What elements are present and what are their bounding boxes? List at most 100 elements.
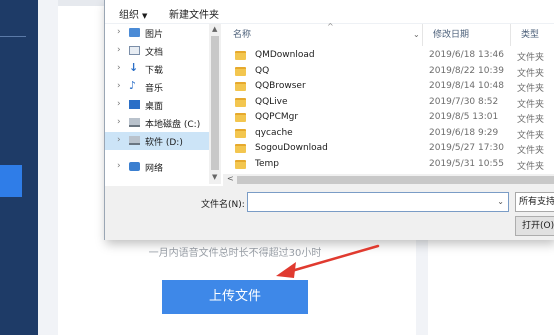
nav-item[interactable]: › 网络	[105, 158, 209, 176]
file-name: QQPCMgr	[255, 112, 299, 122]
file-list: 名称 ^ ⌄ 修改日期 类型 QMDownload 2019/6/18 13:46…	[223, 22, 554, 174]
file-date: 2019/8/5 13:01	[429, 112, 499, 122]
folder-icon	[235, 66, 246, 76]
file-date: 2019/6/18 13:46	[429, 50, 504, 60]
file-name: QQ	[255, 65, 270, 76]
nav-item[interactable]: › 软件 (D:)	[105, 132, 209, 150]
file-type: 文件夹	[517, 146, 545, 156]
folder-icon	[235, 128, 246, 138]
nav-item-label: 桌面	[145, 102, 164, 112]
upload-limit-hint: 一月内语音文件总时长不得超过30小时	[148, 248, 322, 259]
download-icon: ↓	[129, 61, 139, 74]
file-type: 文件夹	[517, 53, 545, 63]
expand-caret-icon[interactable]: ›	[117, 117, 121, 127]
file-name: Temp	[255, 158, 279, 169]
file-date: 2019/8/22 10:39	[429, 65, 504, 76]
file-list-hscrollbar[interactable]: <	[223, 174, 554, 186]
folder-icon	[235, 113, 246, 122]
organize-menu[interactable]: 组织 ▼	[119, 6, 147, 21]
file-row[interactable]: SogouDownload 2019/5/27 17:30 文件夹	[223, 141, 554, 156]
expand-caret-icon[interactable]: ›	[117, 135, 121, 145]
nav-item-label: 网络	[145, 164, 164, 174]
file-row[interactable]: qycache 2019/6/18 9:29 文件夹	[223, 126, 554, 141]
new-folder-button[interactable]: 新建文件夹	[169, 6, 219, 21]
file-date: 2019/5/31 10:55	[429, 158, 504, 169]
disk-icon	[129, 136, 140, 145]
nav-item-label: 软件 (D:)	[145, 138, 183, 148]
expand-caret-icon[interactable]: ›	[117, 161, 121, 171]
file-row[interactable]: QQLive 2019/7/30 8:52 文件夹	[223, 95, 554, 110]
chevron-down-icon[interactable]: ⌄	[497, 197, 504, 206]
file-type: 文件夹	[517, 161, 545, 172]
nav-item-label: 下载	[145, 66, 164, 76]
network-icon	[129, 162, 140, 171]
file-row[interactable]: QMDownload 2019/6/18 13:46 文件夹	[223, 48, 554, 63]
chevron-down-icon: ▼	[142, 12, 148, 20]
nav-item[interactable]: › 文档	[105, 42, 209, 60]
nav-scrollbar[interactable]: ▲ ▼	[209, 24, 221, 184]
folder-icon	[235, 159, 246, 169]
nav-item[interactable]: › 本地磁盘 (C:)	[105, 114, 209, 132]
dialog-footer: 文件名(N): ⌄ 所有支持 打开(O)	[105, 186, 554, 240]
expand-caret-icon[interactable]: ›	[117, 99, 121, 109]
file-date: 2019/6/18 9:29	[429, 127, 499, 138]
filename-input[interactable]: ⌄	[247, 192, 509, 212]
file-name: QQBrowser	[255, 81, 306, 91]
folder-icon	[235, 97, 246, 107]
scroll-up-icon[interactable]: ▲	[212, 25, 217, 33]
file-row[interactable]: QQ 2019/8/22 10:39 文件夹	[223, 64, 554, 79]
nav-item[interactable]: › 图片	[105, 24, 209, 42]
file-name: QQLive	[255, 96, 288, 107]
nav-item-label: 本地磁盘 (C:)	[145, 120, 201, 130]
expand-caret-icon[interactable]: ›	[117, 45, 121, 55]
sidebar-active-item[interactable]	[0, 165, 22, 197]
file-type: 文件夹	[517, 115, 545, 125]
file-row[interactable]: QQBrowser 2019/8/14 10:48 文件夹	[223, 79, 554, 94]
nav-item[interactable]: › ↓ 下载	[105, 60, 209, 78]
pictures-icon	[129, 28, 140, 37]
nav-item-label: 音乐	[145, 84, 164, 94]
folder-icon	[235, 82, 246, 91]
app-sidebar	[0, 0, 38, 335]
filename-label: 文件名(N):	[201, 200, 245, 210]
navigation-pane: › 图片 › 文档 › ↓ 下载 › ♪ 音乐 › 桌面 › 本地磁盘 (C:) › 软件 (D:) › 网络	[105, 24, 209, 184]
column-header-date[interactable]: 修改日期	[423, 24, 511, 46]
file-row[interactable]: QQPCMgr 2019/8/5 13:01 文件夹	[223, 110, 554, 125]
file-date: 2019/5/27 17:30	[429, 143, 504, 153]
scroll-down-icon[interactable]: ▼	[212, 173, 217, 181]
nav-item[interactable]: › 桌面	[105, 96, 209, 114]
file-name: qycache	[255, 127, 293, 138]
folder-icon	[235, 144, 246, 153]
column-dropdown-icon[interactable]: ⌄	[413, 24, 420, 46]
music-icon: ♪	[129, 79, 137, 92]
file-name: QMDownload	[255, 50, 315, 60]
file-row[interactable]: Temp 2019/5/31 10:55 文件夹	[223, 157, 554, 172]
file-type: 文件夹	[517, 99, 545, 110]
expand-caret-icon[interactable]: ›	[117, 27, 121, 37]
hscroll-thumb[interactable]	[237, 176, 554, 184]
folder-icon	[235, 51, 246, 60]
file-type: 文件夹	[517, 84, 545, 94]
sort-ascending-icon: ^	[327, 22, 334, 31]
file-type: 文件夹	[517, 68, 545, 79]
file-date: 2019/8/14 10:48	[429, 81, 504, 91]
expand-caret-icon[interactable]: ›	[117, 63, 121, 73]
upload-file-button[interactable]: 上传文件	[162, 280, 308, 314]
column-header-name[interactable]: 名称 ^ ⌄	[223, 22, 423, 46]
scroll-thumb[interactable]	[211, 36, 219, 170]
nav-item[interactable]: › ♪ 音乐	[105, 78, 209, 96]
disk-icon	[129, 118, 140, 127]
nav-item-label: 图片	[145, 30, 164, 40]
file-name: SogouDownload	[255, 143, 328, 153]
documents-icon	[129, 46, 140, 55]
desktop-icon	[129, 100, 140, 109]
scroll-left-icon[interactable]: <	[227, 174, 234, 183]
open-button[interactable]: 打开(O)	[515, 216, 554, 236]
file-open-dialog: 组织 ▼ 新建文件夹 › 图片 › 文档 › ↓ 下载 › ♪ 音乐 › 桌面 › 本地磁盘 (C:) › 软件…	[104, 0, 554, 240]
sidebar-divider	[0, 36, 26, 37]
column-header-type[interactable]: 类型	[511, 24, 554, 46]
expand-caret-icon[interactable]: ›	[117, 81, 121, 91]
nav-item-label: 文档	[145, 48, 164, 58]
file-type-filter[interactable]: 所有支持	[515, 192, 554, 212]
file-type: 文件夹	[517, 130, 545, 141]
